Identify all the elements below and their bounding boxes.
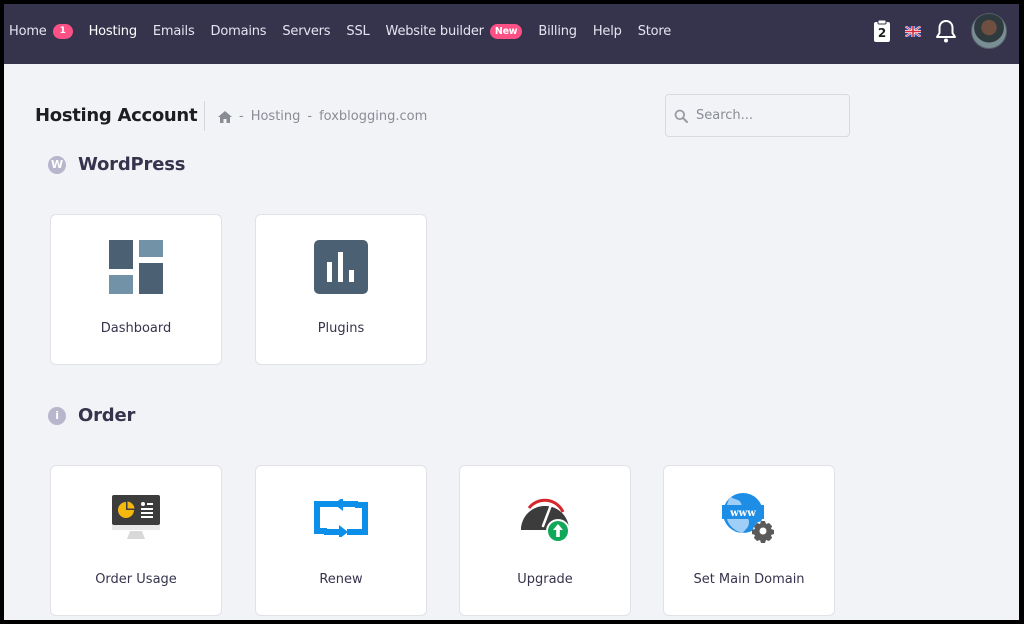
- breadcrumb-separator: -: [239, 109, 244, 124]
- language-selector[interactable]: [905, 25, 921, 37]
- section-wordpress-title: WordPress: [78, 154, 186, 175]
- card-order-usage[interactable]: Order Usage: [50, 465, 222, 616]
- page-title: Hosting Account: [35, 105, 198, 126]
- user-menu-button[interactable]: [971, 13, 1007, 49]
- card-plugins[interactable]: Plugins: [255, 214, 427, 365]
- nav-home[interactable]: Home 1: [9, 23, 73, 39]
- main-nav: Home 1 Hosting Emails Domains Servers SS…: [9, 4, 687, 58]
- breadcrumb-separator: -: [307, 109, 313, 124]
- dashboard-icon: [109, 240, 163, 294]
- nav-emails[interactable]: Emails: [153, 24, 195, 39]
- home-icon[interactable]: [218, 110, 232, 123]
- card-label: Order Usage: [95, 572, 177, 587]
- set-main-domain-icon: www: [722, 493, 774, 543]
- card-icon-wrap: www: [664, 490, 834, 546]
- order-usage-icon: [112, 495, 160, 539]
- clipboard-button[interactable]: 2: [873, 19, 891, 43]
- nav-help[interactable]: Help: [593, 24, 622, 39]
- nav-ssl[interactable]: SSL: [346, 24, 369, 39]
- user-avatar: [971, 13, 1007, 49]
- nav-domains[interactable]: Domains: [211, 24, 267, 39]
- nav-servers-label: Servers: [282, 23, 331, 39]
- breadcrumb-hosting[interactable]: Hosting: [251, 109, 301, 124]
- info-icon: i: [48, 406, 66, 425]
- card-label: Set Main Domain: [693, 572, 805, 587]
- card-label: Upgrade: [517, 572, 573, 587]
- nav-servers[interactable]: Servers: [282, 24, 330, 39]
- card-icon-wrap: [51, 239, 221, 295]
- card-icon-wrap: [51, 490, 221, 546]
- breadcrumb-domain: foxblogging.com: [319, 109, 428, 124]
- nav-hosting[interactable]: Hosting: [88, 23, 138, 39]
- search-icon: [674, 109, 688, 123]
- card-label: Plugins: [317, 321, 365, 336]
- card-dashboard[interactable]: Dashboard: [50, 214, 222, 365]
- nav-emails-label: Emails: [152, 23, 195, 39]
- card-icon-wrap: [256, 239, 426, 295]
- home-notification-badge: 1: [52, 23, 73, 39]
- upgrade-icon: [521, 498, 570, 543]
- app-window: Home 1 Hosting Emails Domains Servers SS…: [4, 4, 1019, 620]
- search-input[interactable]: [694, 107, 838, 124]
- uk-flag-icon: [905, 25, 921, 37]
- nav-home-label: Home: [9, 23, 47, 39]
- section-wordpress: W WordPress: [48, 154, 185, 175]
- title-divider: [204, 101, 205, 131]
- card-label: Dashboard: [100, 321, 172, 336]
- nav-help-label: Help: [592, 23, 622, 39]
- card-icon-wrap: [460, 490, 630, 546]
- plugins-icon: [314, 240, 368, 294]
- nav-billing-label: Billing: [538, 23, 577, 39]
- top-navigation-bar: Home 1 Hosting Emails Domains Servers SS…: [4, 4, 1019, 64]
- search-box[interactable]: [665, 94, 850, 137]
- nav-store[interactable]: Store: [637, 23, 672, 39]
- card-set-main-domain[interactable]: www Set Main Domain: [663, 465, 835, 616]
- nav-domains-label: Domains: [210, 23, 267, 39]
- card-upgrade[interactable]: Upgrade: [459, 465, 631, 616]
- svg-text:www: www: [729, 508, 756, 519]
- clipboard-count: 2: [877, 26, 887, 40]
- renew-icon: [314, 499, 368, 537]
- section-order: i Order: [48, 405, 135, 426]
- card-label: Renew: [319, 572, 363, 587]
- nav-website-builder-label: Website builder: [385, 23, 484, 39]
- section-order-title: Order: [78, 405, 136, 426]
- breadcrumb: - Hosting - foxblogging.com: [218, 109, 427, 124]
- card-renew[interactable]: Renew: [255, 465, 427, 616]
- nav-hosting-label: Hosting: [88, 23, 138, 39]
- new-badge: New: [489, 23, 523, 39]
- nav-website-builder[interactable]: Website builder New: [385, 23, 523, 39]
- bell-icon: [936, 20, 956, 43]
- header-tools: 2: [859, 4, 1007, 58]
- notifications-button[interactable]: [935, 19, 957, 43]
- nav-store-label: Store: [637, 23, 672, 39]
- nav-ssl-label: SSL: [346, 23, 370, 39]
- wordpress-icon: W: [48, 155, 66, 174]
- card-icon-wrap: [256, 490, 426, 546]
- nav-billing[interactable]: Billing: [538, 23, 577, 39]
